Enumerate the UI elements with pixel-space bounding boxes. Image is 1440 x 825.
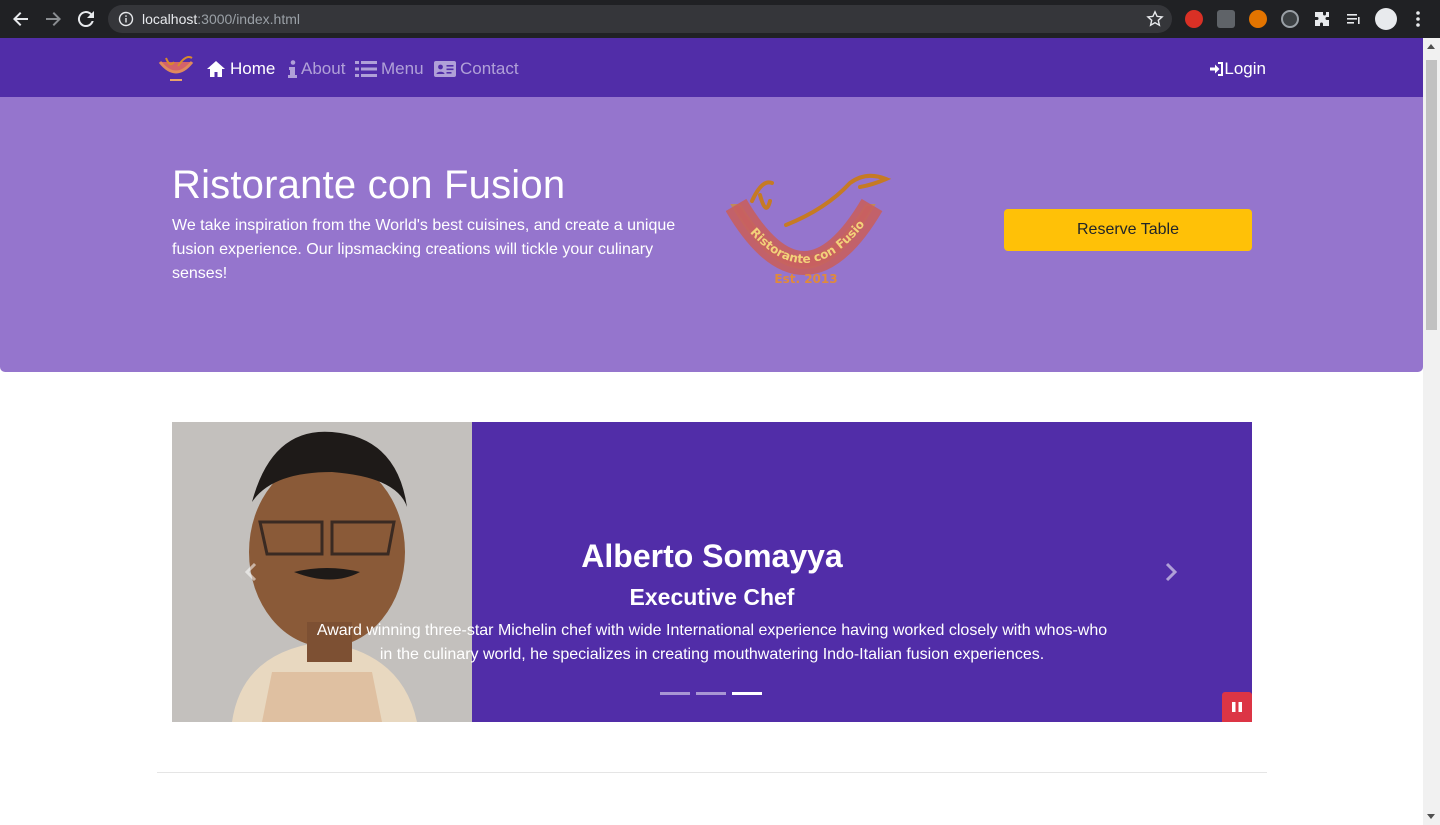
address-card-icon xyxy=(434,61,456,77)
scroll-down-icon[interactable] xyxy=(1427,814,1435,819)
back-icon[interactable] xyxy=(9,7,33,31)
more-menu-icon[interactable] xyxy=(1406,7,1430,31)
carousel-pause-button[interactable] xyxy=(1222,692,1252,722)
nav-contact[interactable]: Contact xyxy=(434,58,519,80)
chef-carousel: Alberto Somayya Executive Chef Award win… xyxy=(172,422,1252,722)
section-divider xyxy=(157,772,1267,773)
home-icon xyxy=(207,61,225,77)
info-icon[interactable] xyxy=(118,11,134,27)
carousel-caption: Alberto Somayya Executive Chef Award win… xyxy=(172,422,1252,722)
pause-icon xyxy=(1232,702,1242,712)
nav-about[interactable]: About xyxy=(288,58,345,80)
chef-description: Award winning three-star Michelin chef w… xyxy=(316,622,1108,663)
reload-icon[interactable] xyxy=(74,7,98,31)
logo-est-text: Est. 2013 xyxy=(774,272,837,286)
carousel-indicators xyxy=(660,692,762,695)
carousel-next-button[interactable] xyxy=(1158,560,1182,584)
jumbotron: Ristorante con Fusion We take inspiratio… xyxy=(0,97,1423,372)
forward-icon[interactable] xyxy=(41,7,65,31)
address-bar[interactable]: localhost:3000/index.html xyxy=(108,5,1172,33)
nav-menu-label: Menu xyxy=(381,59,424,78)
nav-home[interactable]: Home xyxy=(206,58,275,80)
nav-contact-label: Contact xyxy=(460,59,519,78)
scrollbar-thumb[interactable] xyxy=(1426,60,1437,330)
url-host: localhost xyxy=(142,11,198,27)
extension-adblock-icon[interactable] xyxy=(1185,10,1203,28)
browser-toolbar: localhost:3000/index.html xyxy=(0,0,1440,38)
carousel-indicator-3[interactable] xyxy=(732,692,762,695)
restaurant-logo: Ristorante con Fusion Est. 2013 xyxy=(726,171,892,286)
chef-name: Alberto Somayya xyxy=(581,538,843,574)
scroll-up-icon[interactable] xyxy=(1427,44,1435,49)
list-icon xyxy=(355,61,377,77)
carousel-indicator-2[interactable] xyxy=(696,692,726,695)
extension-edge-icon[interactable] xyxy=(1281,10,1299,28)
page-title: Ristorante con Fusion xyxy=(172,163,566,207)
bookmark-star-icon[interactable] xyxy=(1146,10,1164,28)
brand-logo[interactable] xyxy=(156,52,196,84)
page-viewport: Home About Menu Contact Login Ristorante… xyxy=(0,38,1423,825)
reading-list-icon[interactable] xyxy=(1342,7,1366,31)
url-text: localhost:3000/index.html xyxy=(142,11,300,27)
sign-in-icon xyxy=(1210,62,1224,76)
reserve-table-button[interactable]: Reserve Table xyxy=(1004,209,1252,251)
nav-menu[interactable]: Menu xyxy=(355,58,424,80)
extension-orange-icon[interactable] xyxy=(1249,10,1267,28)
nav-home-label: Home xyxy=(230,59,276,78)
chevron-left-icon xyxy=(244,562,257,582)
chef-role: Executive Chef xyxy=(629,584,795,610)
profile-avatar[interactable] xyxy=(1375,8,1397,30)
extension-ublock-icon[interactable] xyxy=(1217,10,1235,28)
url-path: :3000/index.html xyxy=(197,11,300,27)
navbar: Home About Menu Contact Login xyxy=(0,38,1423,97)
page-scrollbar[interactable] xyxy=(1423,38,1440,825)
info-icon xyxy=(288,60,297,78)
carousel-prev-button[interactable] xyxy=(240,560,264,584)
login-label: Login xyxy=(1224,59,1266,78)
carousel-indicator-1[interactable] xyxy=(660,692,690,695)
intro-text: We take inspiration from the World's bes… xyxy=(172,217,676,282)
login-link[interactable]: Login xyxy=(1209,58,1266,80)
chevron-right-icon xyxy=(1165,562,1178,582)
extensions-puzzle-icon[interactable] xyxy=(1310,7,1334,31)
nav-about-label: About xyxy=(301,59,346,78)
